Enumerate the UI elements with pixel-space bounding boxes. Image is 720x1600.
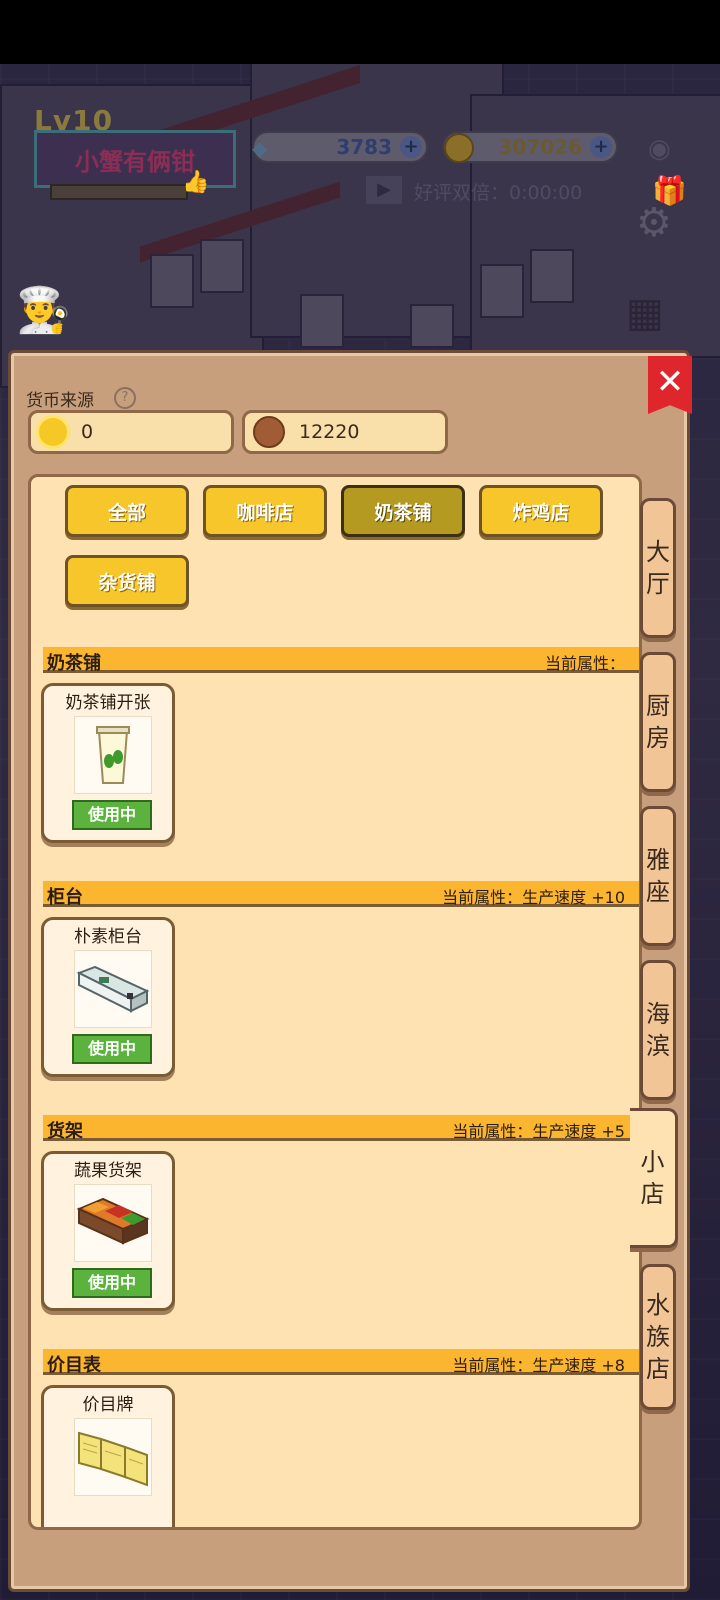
section-header-price-list: 价目表 当前属性：生产速度 +8 [43, 1349, 639, 1376]
tab-seaside[interactable]: 海滨 [640, 960, 676, 1100]
calendar-icon[interactable]: ▦ [626, 290, 664, 336]
filter-all-button[interactable]: 全部 [65, 485, 189, 537]
item-name: 朴素柜台 [74, 927, 142, 947]
status-bar [0, 0, 720, 64]
tab-label: 雅座 [646, 846, 670, 906]
chef-hat-icon[interactable]: 👨‍🍳 [16, 284, 74, 344]
milk-tea-cup-icon [74, 716, 152, 794]
copper-coin-icon [253, 416, 285, 448]
item-card-produce-shelf[interactable]: 蔬果货架 使用中 [41, 1151, 175, 1311]
in-use-button[interactable]: 使用中 [72, 800, 152, 830]
copper-currency-box: 12220 [242, 410, 448, 454]
filter-milk-tea-button[interactable]: 奶茶铺 [341, 485, 465, 537]
tab-label: 海滨 [646, 1000, 670, 1060]
help-icon[interactable]: ? [114, 387, 136, 409]
gold-coin-icon [444, 133, 474, 163]
eye-icon[interactable]: ◉ [648, 134, 671, 164]
gem-counter[interactable]: 3783 + [252, 131, 428, 163]
item-name: 蔬果货架 [74, 1161, 142, 1181]
price-board-icon [74, 1418, 152, 1496]
tab-private-seating[interactable]: 雅座 [640, 806, 676, 946]
add-gems-plus-icon[interactable]: + [400, 136, 422, 158]
section-header-milk-tea: 奶茶铺 当前属性： [43, 647, 639, 674]
item-name: 价目牌 [82, 1395, 134, 1415]
sun-currency-box: 0 [28, 410, 234, 454]
tab-small-shop[interactable]: 小店 [630, 1108, 678, 1248]
gear-icon[interactable]: ⚙ [636, 200, 672, 246]
filter-grocery-button[interactable]: 杂货铺 [65, 555, 189, 607]
diamond-icon: ◆ [252, 136, 268, 160]
section-name: 柜台 [47, 887, 83, 908]
counter-icon [74, 950, 152, 1028]
item-card-price-board[interactable]: 价目牌 [41, 1385, 175, 1527]
tab-label: 小店 [640, 1148, 665, 1208]
section-attribute: 当前属性：生产速度 +8 [452, 1356, 625, 1375]
tab-label: 水族店 [646, 1291, 670, 1383]
section-name: 价目表 [47, 1355, 101, 1376]
in-use-button[interactable]: 使用中 [72, 1268, 152, 1298]
section-name: 货架 [47, 1121, 83, 1142]
tab-hall[interactable]: 大厅 [640, 498, 676, 638]
close-button[interactable]: ✕ [648, 356, 692, 414]
double-reward-timer: 好评双倍：0:00:00 [414, 182, 583, 204]
section-attribute: 当前属性：生产速度 +10 [442, 888, 625, 907]
item-card-plain-counter[interactable]: 朴素柜台 使用中 [41, 917, 175, 1077]
section-attribute: 当前属性：生产速度 +5 [452, 1122, 625, 1141]
tab-aquarium[interactable]: 水族店 [640, 1264, 676, 1410]
item-name: 奶茶铺开张 [65, 693, 151, 713]
currency-source-label: 货币来源 [26, 391, 94, 411]
reputation-bar [50, 184, 188, 200]
tab-kitchen[interactable]: 厨房 [640, 652, 676, 792]
tab-label: 大厅 [646, 538, 670, 598]
player-name: 小蟹有俩钳 [75, 147, 195, 176]
sun-currency-value: 0 [81, 421, 94, 443]
section-name: 奶茶铺 [47, 653, 101, 674]
thumbs-up-icon: 👍 [182, 170, 210, 195]
sun-icon [39, 418, 67, 446]
copper-currency-value: 12220 [299, 421, 360, 443]
tab-label: 厨房 [646, 692, 670, 752]
section-header-counter: 柜台 当前属性：生产速度 +10 [43, 881, 639, 908]
video-play-icon[interactable]: ▶ [366, 176, 402, 204]
filter-fried-chicken-button[interactable]: 炸鸡店 [479, 485, 603, 537]
section-header-shelf: 货架 当前属性：生产速度 +5 [43, 1115, 639, 1142]
item-card-milk-tea-opening[interactable]: 奶茶铺开张 使用中 [41, 683, 175, 843]
produce-shelf-icon [74, 1184, 152, 1262]
filter-coffee-shop-button[interactable]: 咖啡店 [203, 485, 327, 537]
section-attribute: 当前属性： [544, 654, 625, 673]
in-use-button[interactable]: 使用中 [72, 1034, 152, 1064]
gem-count: 3783 [336, 135, 392, 159]
coin-count: 307026 [498, 135, 583, 159]
item-list-area[interactable]: 全部 咖啡店 奶茶铺 炸鸡店 杂货铺 奶茶铺 当前属性： 奶茶铺开张 使用中 柜… [28, 474, 642, 1530]
add-coins-plus-icon[interactable]: + [590, 136, 612, 158]
